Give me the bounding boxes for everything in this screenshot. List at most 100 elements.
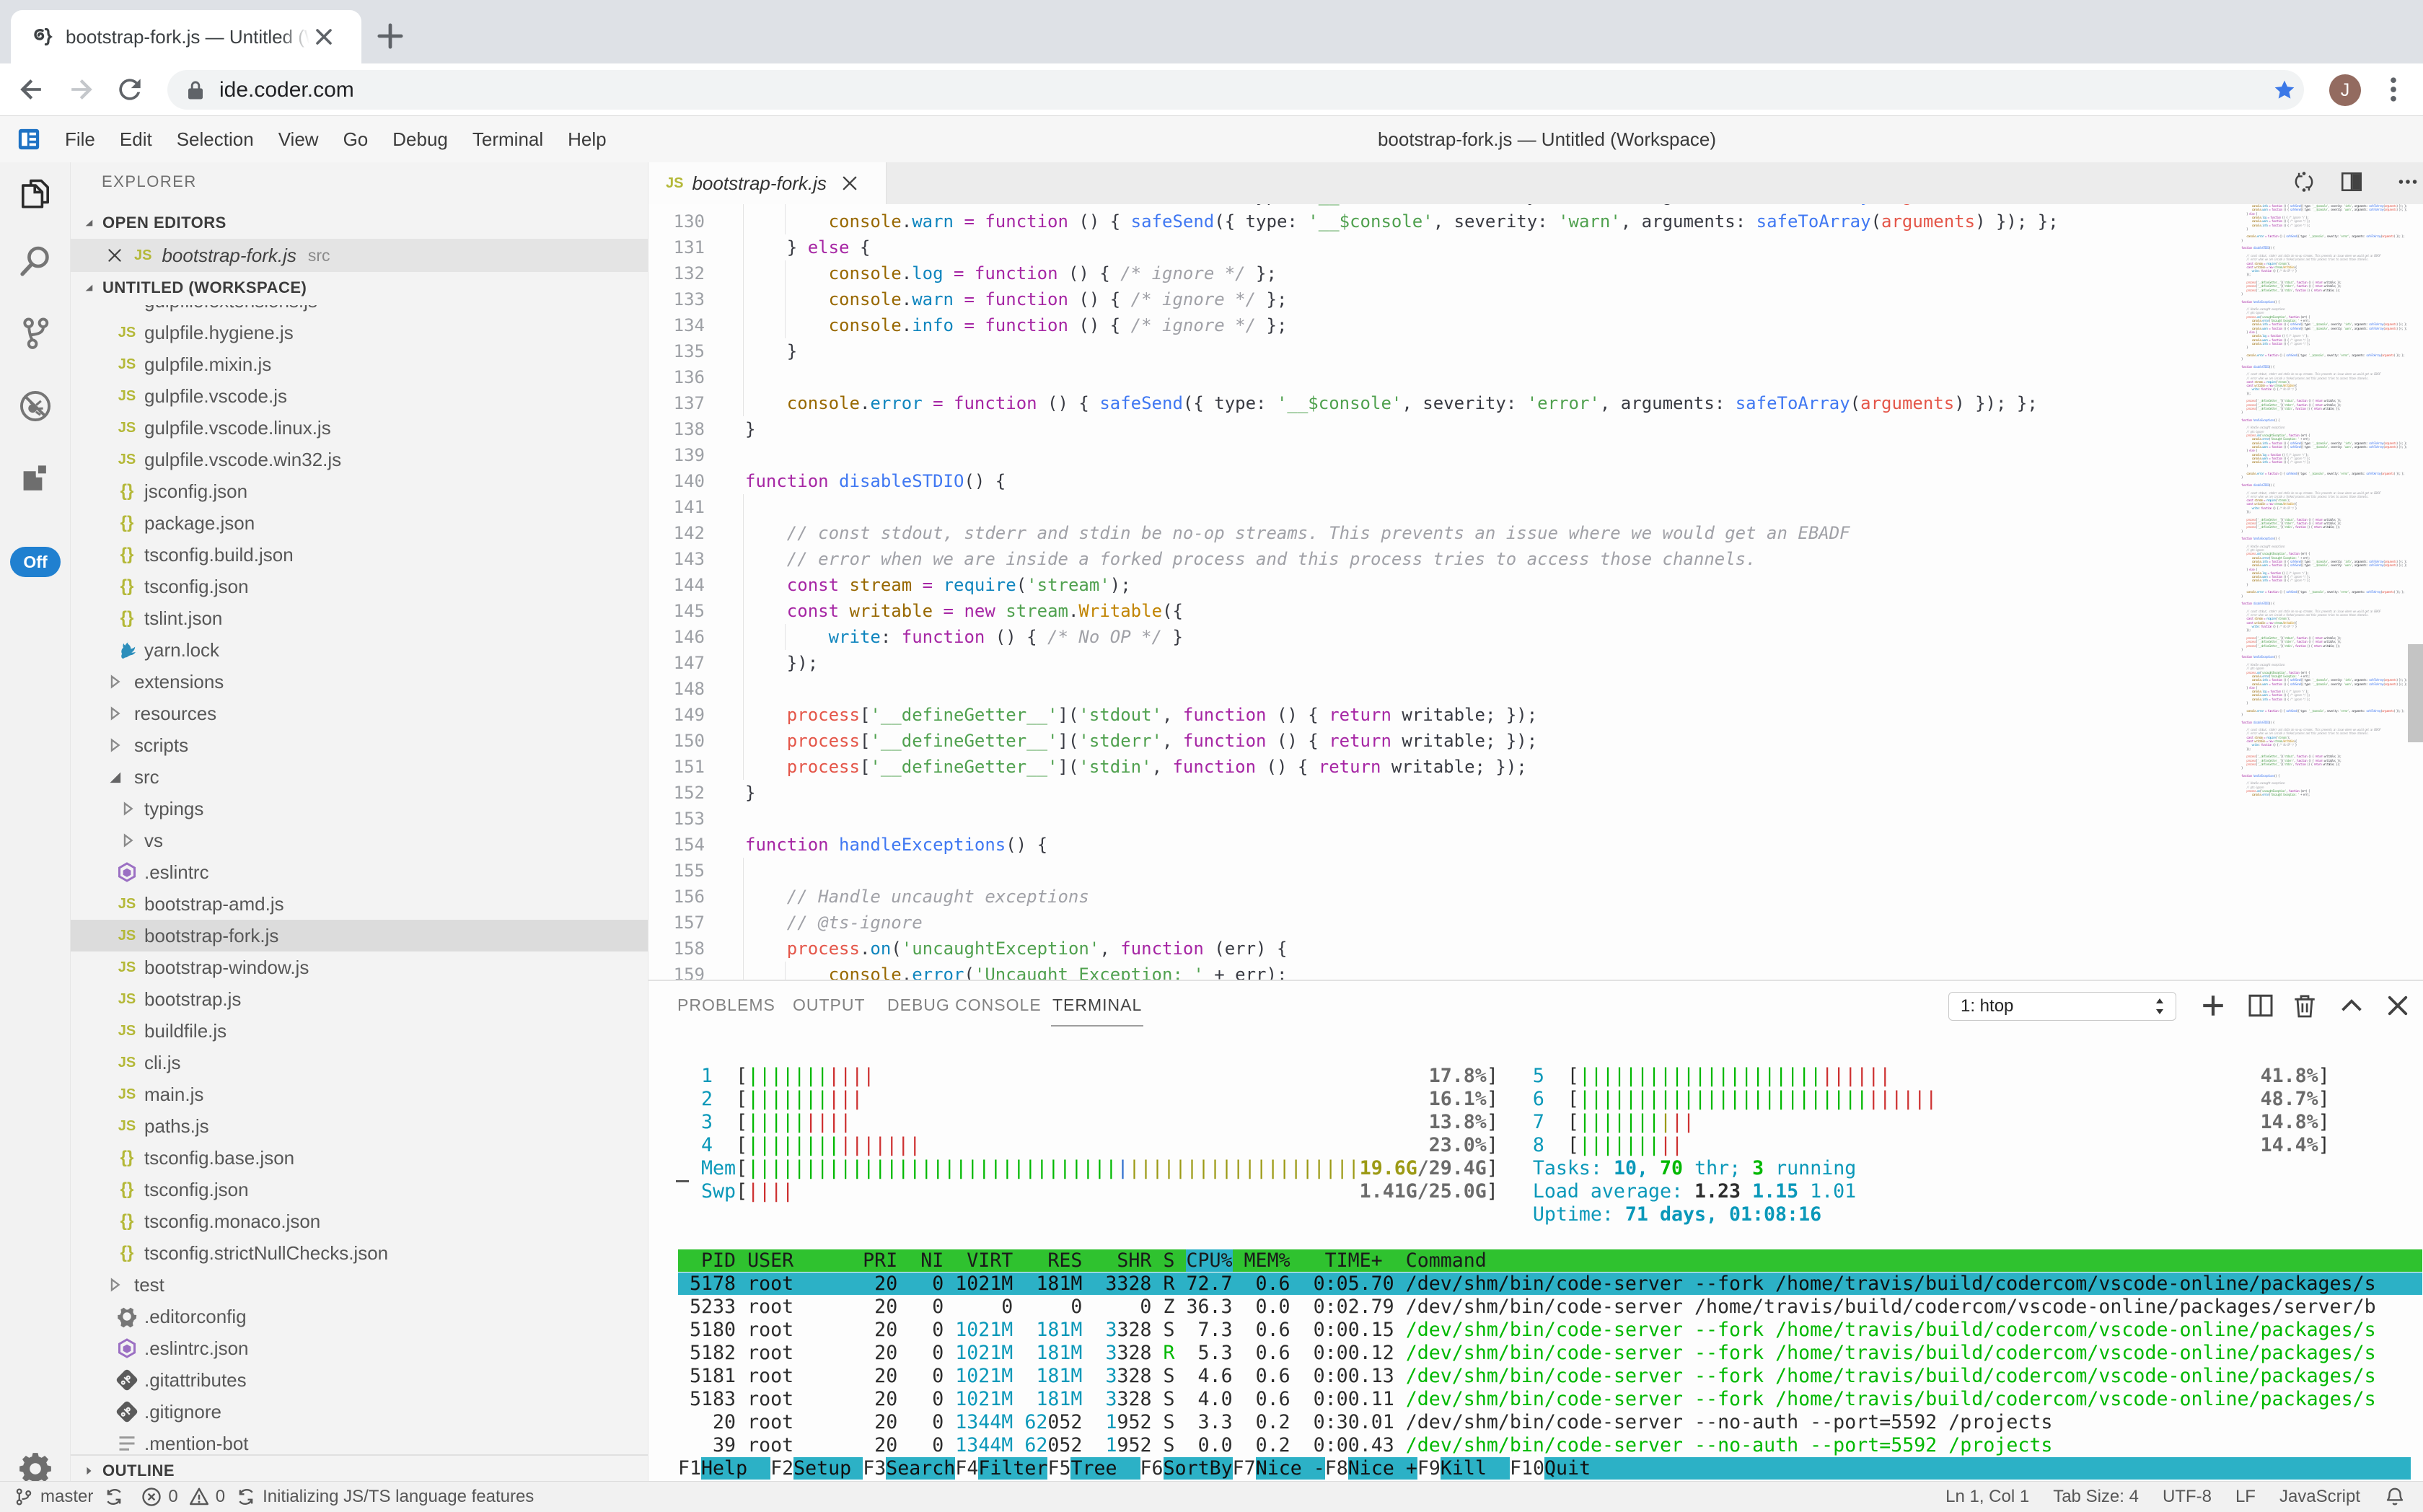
- statusbar-lf[interactable]: LF: [2235, 1487, 2256, 1507]
- tree-item-tsconfig.strictNullChecks.json[interactable]: {}tsconfig.strictNullChecks.json: [71, 1237, 648, 1269]
- search-icon[interactable]: [17, 243, 53, 279]
- statusbar-branch[interactable]: master: [13, 1486, 93, 1508]
- statusbar-javascript[interactable]: JavaScript: [2279, 1487, 2360, 1507]
- address-bar[interactable]: ide.coder.com: [167, 70, 2304, 110]
- tree-item-.eslintrc.json[interactable]: .eslintrc.json: [71, 1332, 648, 1364]
- menu-help[interactable]: Help: [555, 128, 618, 151]
- tree-item-bootstrap-window.js[interactable]: JSbootstrap-window.js: [71, 951, 648, 983]
- menu-file[interactable]: File: [53, 128, 107, 151]
- split-editor-icon[interactable]: [2339, 170, 2364, 194]
- minimap[interactable]: console.info = function () { safeSend({ …: [2237, 204, 2408, 980]
- open-editor-name[interactable]: bootstrap-fork.js: [162, 245, 296, 267]
- tree-item-tsconfig.json[interactable]: {}tsconfig.json: [71, 571, 648, 602]
- source-control-icon[interactable]: [17, 315, 53, 351]
- tree-item-tsconfig.monaco.json[interactable]: {}tsconfig.monaco.json: [71, 1205, 648, 1237]
- code-editor[interactable]: 1291301311321331341351361371381391401411…: [648, 204, 2423, 980]
- editor-tab[interactable]: JS bootstrap-fork.js: [648, 162, 887, 204]
- panel-tab-output[interactable]: OUTPUT: [793, 995, 866, 1015]
- tree-item-gulpfile.mixin.js[interactable]: JSgulpfile.mixin.js: [71, 348, 648, 380]
- terminal-select[interactable]: 1: htop: [1948, 992, 2176, 1021]
- kill-terminal-icon[interactable]: [2290, 991, 2319, 1020]
- tree-item-extensions[interactable]: extensions: [71, 666, 648, 698]
- tree-item-vs[interactable]: vs: [71, 825, 648, 856]
- menu-edit[interactable]: Edit: [107, 128, 164, 151]
- tree-item-tsconfig.base.json[interactable]: {}tsconfig.base.json: [71, 1142, 648, 1174]
- tree-item-tsconfig.json[interactable]: {}tsconfig.json: [71, 1174, 648, 1205]
- maximize-panel-icon[interactable]: [2337, 991, 2366, 1020]
- tree-item-cli.js[interactable]: JScli.js: [71, 1047, 648, 1078]
- tree-item-tsconfig.build.json[interactable]: {}tsconfig.build.json: [71, 539, 648, 571]
- tree-item-typings[interactable]: typings: [71, 793, 648, 825]
- tree-item-bootstrap-fork.js[interactable]: JSbootstrap-fork.js: [71, 920, 648, 951]
- new-terminal-icon[interactable]: [2199, 991, 2228, 1020]
- tree-item-resources[interactable]: resources: [71, 698, 648, 729]
- tree-item-scripts[interactable]: scripts: [71, 729, 648, 761]
- tree-item-.editorconfig[interactable]: .editorconfig: [71, 1301, 648, 1332]
- menu-go[interactable]: Go: [331, 128, 381, 151]
- debug-icon[interactable]: [17, 388, 53, 424]
- terminal[interactable]: 1 [||||||||||| 17.8%] 5 [|||||||||||||||…: [678, 1065, 2422, 1480]
- tree-item-.eslintrc[interactable]: .eslintrc: [71, 856, 648, 888]
- tree-item-paths.js[interactable]: JSpaths.js: [71, 1110, 648, 1142]
- tab-close-icon[interactable]: [311, 24, 337, 50]
- editor-scrollbar[interactable]: [2408, 644, 2423, 742]
- tree-item-bootstrap-amd.js[interactable]: JSbootstrap-amd.js: [71, 888, 648, 920]
- forward-icon[interactable]: [65, 74, 97, 105]
- statusbar-tab-size-4[interactable]: Tab Size: 4: [2053, 1487, 2139, 1507]
- workspace-header[interactable]: UNTITLED (WORKSPACE): [71, 272, 648, 304]
- tree-item-.gitignore[interactable]: .gitignore: [71, 1396, 648, 1428]
- menu-terminal[interactable]: Terminal: [460, 128, 555, 151]
- tree-item-src[interactable]: src: [71, 761, 648, 793]
- tree-item-gulpfile.vscode.linux.js[interactable]: JSgulpfile.vscode.linux.js: [71, 412, 648, 444]
- bookmark-star-icon[interactable]: [2272, 78, 2297, 102]
- lock-icon[interactable]: [185, 79, 206, 101]
- tree-item-gulpfile.vscode.win32.js[interactable]: JSgulpfile.vscode.win32.js: [71, 444, 648, 475]
- statusbar-loading[interactable]: Initializing JS/TS language features: [235, 1486, 534, 1508]
- reload-icon[interactable]: [114, 74, 146, 105]
- outline-header[interactable]: OUTLINE: [71, 1454, 648, 1481]
- back-icon[interactable]: [16, 74, 48, 105]
- tree-item-jsconfig.json[interactable]: {}jsconfig.json: [71, 475, 648, 507]
- panel-tab-terminal[interactable]: TERMINAL: [1052, 995, 1142, 1015]
- statusbar-bell[interactable]: [2384, 1486, 2411, 1508]
- tree-item-buildfile.js[interactable]: JSbuildfile.js: [71, 1015, 648, 1047]
- url-text[interactable]: ide.coder.com: [219, 78, 2272, 102]
- extensions-icon[interactable]: [17, 459, 53, 495]
- tree-item-.gitattributes[interactable]: .gitattributes: [71, 1364, 648, 1396]
- tree-item-tslint.json[interactable]: {}tslint.json: [71, 602, 648, 634]
- tree-item-gulpfile.extensions.js[interactable]: JSgulpfile.extensions.js: [71, 305, 648, 317]
- more-actions-icon[interactable]: [2396, 170, 2420, 194]
- tree-item-yarn.lock[interactable]: yarn.lock: [71, 634, 648, 666]
- statusbar-warning[interactable]: 0: [188, 1486, 225, 1508]
- browser-tab[interactable]: bootstrap-fork.js — Untitled (W: [11, 10, 361, 63]
- editor-tab-name[interactable]: bootstrap-fork.js: [692, 172, 826, 195]
- open-editors-header[interactable]: OPEN EDITORS: [71, 207, 648, 239]
- tree-item-bootstrap.js[interactable]: JSbootstrap.js: [71, 983, 648, 1015]
- menu-selection[interactable]: Selection: [164, 128, 266, 151]
- statusbar-error[interactable]: 0: [141, 1486, 177, 1508]
- tree-item-main.js[interactable]: JSmain.js: [71, 1078, 648, 1110]
- open-editor-item[interactable]: JS bootstrap-fork.js src: [71, 239, 648, 272]
- tree-item-gulpfile.vscode.js[interactable]: JSgulpfile.vscode.js: [71, 380, 648, 412]
- browser-menu-icon[interactable]: [2378, 74, 2409, 105]
- close-panel-icon[interactable]: [2383, 991, 2412, 1020]
- editor-tab-close-icon[interactable]: [840, 173, 860, 193]
- menu-view[interactable]: View: [266, 128, 331, 151]
- statusbar-utf-8[interactable]: UTF-8: [2163, 1487, 2212, 1507]
- menu-debug[interactable]: Debug: [380, 128, 460, 151]
- tree-item-test[interactable]: test: [71, 1269, 648, 1301]
- open-changes-icon[interactable]: [2292, 170, 2316, 194]
- avatar[interactable]: J: [2329, 74, 2361, 106]
- new-tab-button[interactable]: [371, 17, 409, 55]
- statusbar-sync[interactable]: [103, 1486, 131, 1508]
- status-badge[interactable]: Off: [10, 547, 61, 577]
- split-terminal-icon[interactable]: [2246, 991, 2275, 1020]
- tree-item-gulpfile.hygiene.js[interactable]: JSgulpfile.hygiene.js: [71, 317, 648, 348]
- tree-item-.mention-bot[interactable]: .mention-bot: [71, 1428, 648, 1454]
- explorer-icon[interactable]: [17, 175, 53, 211]
- tree-item-package.json[interactable]: {}package.json: [71, 507, 648, 539]
- statusbar-ln-1-col-1[interactable]: Ln 1, Col 1: [1945, 1487, 2029, 1507]
- panel-tab-problems[interactable]: PROBLEMS: [677, 995, 775, 1015]
- panel-tab-debug-console[interactable]: DEBUG CONSOLE: [887, 995, 1042, 1015]
- close-editor-icon[interactable]: [105, 246, 124, 265]
